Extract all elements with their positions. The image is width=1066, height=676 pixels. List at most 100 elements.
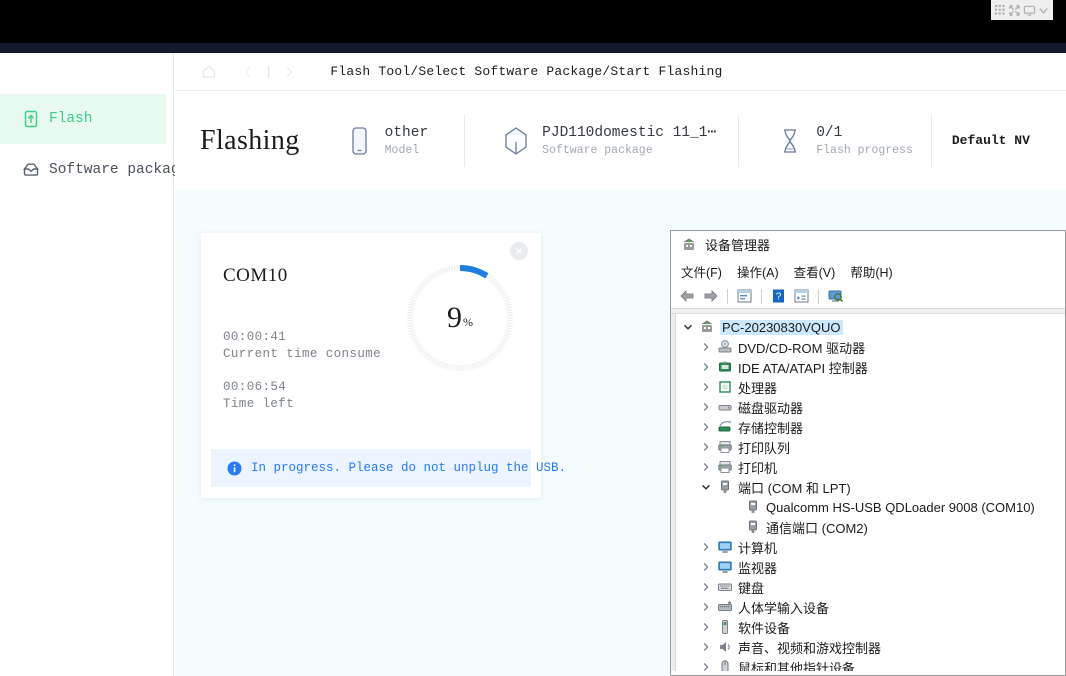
time-consumed-value: 00:00:41 — [223, 330, 287, 344]
upload-box-icon — [22, 110, 40, 128]
back-arrow-icon[interactable] — [679, 288, 696, 304]
chevron-left-icon[interactable] — [240, 64, 256, 80]
properties-icon[interactable] — [736, 288, 753, 304]
device-manager-window: 设备管理器 文件(F) 操作(A) 查看(V) 帮助(H) ? PC-20230… — [670, 230, 1066, 676]
screen-top-black-bar — [0, 0, 1066, 43]
device-tree-node[interactable]: IDE ATA/ATAPI 控制器 — [676, 357, 1065, 377]
monitor-icon[interactable] — [1023, 4, 1036, 17]
sidebar-item-flash[interactable]: Flash — [0, 94, 166, 144]
meta-progress-value: 0/1 — [816, 124, 843, 141]
help-icon[interactable]: ? — [770, 288, 787, 304]
chevron-right-icon[interactable] — [700, 422, 712, 432]
chevron-right-icon[interactable] — [700, 542, 712, 552]
device-tree-label: IDE ATA/ATAPI 控制器 — [738, 360, 868, 376]
menu-help[interactable]: 帮助(H) — [850, 262, 892, 281]
sidebar: Flash Software packag⋯ — [0, 53, 188, 676]
chevron-down-icon[interactable] — [1037, 4, 1050, 17]
device-tree-node[interactable]: 磁盘驱动器 — [676, 397, 1065, 417]
device-tree-node[interactable]: 键盘 — [676, 577, 1065, 597]
device-tree-node[interactable]: PC-20230830VQUO — [676, 317, 1065, 337]
device-manager-menubar: 文件(F) 操作(A) 查看(V) 帮助(H) — [671, 258, 1065, 284]
svg-text:?: ? — [776, 292, 782, 303]
expand-icon[interactable] — [1008, 4, 1021, 17]
device-tree-node[interactable]: 处理器 — [676, 377, 1065, 397]
default-nv-label: Default NV — [951, 133, 1030, 148]
sound-icon — [717, 639, 733, 655]
chevron-right-icon[interactable] — [700, 462, 712, 472]
device-tree-label: Qualcomm HS-USB QDLoader 9008 (COM10) — [766, 499, 1035, 515]
ide-icon — [717, 359, 733, 375]
chevron-right-icon[interactable] — [700, 562, 712, 572]
device-tree-node[interactable]: 计算机 — [676, 537, 1065, 557]
device-tree-node[interactable]: 存储控制器 — [676, 417, 1065, 437]
device-tree-node[interactable]: 鼠标和其他指针设备 — [676, 657, 1065, 671]
toolbar-separator — [818, 288, 819, 304]
time-left-value: 00:06:54 — [223, 380, 287, 394]
chevron-right-icon[interactable] — [281, 64, 297, 80]
meta-model-label: Model — [384, 143, 420, 157]
grid-icon[interactable] — [994, 4, 1007, 17]
hid-icon — [717, 599, 733, 615]
device-tree[interactable]: PC-20230830VQUO DVD/CD-ROM 驱动器 IDE ATA/ATA… — [676, 314, 1065, 671]
device-tree-node[interactable]: 打印队列 — [676, 437, 1065, 457]
forward-arrow-icon[interactable] — [702, 288, 719, 304]
device-tree-label: PC-20230830VQUO — [720, 319, 843, 335]
printer-queue-icon — [717, 439, 733, 455]
device-tree-node[interactable]: 软件设备 — [676, 617, 1065, 637]
chevron-right-icon[interactable] — [700, 622, 712, 632]
device-tree-label: 打印机 — [738, 460, 778, 476]
chevron-right-icon[interactable] — [700, 442, 712, 452]
device-tree-label: 键盘 — [738, 580, 765, 596]
breadcrumb-path: Flash Tool/Select Software Package/Start… — [330, 64, 723, 79]
device-tree-label: 计算机 — [738, 540, 778, 556]
flashing-header: Flashing other Model PJD110domestic 11_1… — [175, 91, 1066, 190]
chevron-right-icon[interactable] — [700, 362, 712, 372]
device-tree-node[interactable]: 人体学输入设备 — [676, 597, 1065, 617]
time-left: 00:06:54 Time left — [223, 380, 294, 411]
device-tree-label: 声音、视频和游戏控制器 — [738, 640, 882, 656]
chevron-down-icon[interactable] — [700, 482, 712, 492]
menu-view[interactable]: 查看(V) — [794, 262, 836, 281]
device-tree-label: DVD/CD-ROM 驱动器 — [738, 340, 866, 356]
sidebar-item-software-package[interactable]: Software packag⋯ — [0, 144, 188, 194]
menu-file[interactable]: 文件(F) — [681, 262, 722, 281]
device-tree-label: 人体学输入设备 — [738, 600, 830, 616]
meta-software-package: PJD110domestic 11_1⋯ Software package — [502, 115, 716, 167]
capture-toolbar[interactable] — [991, 0, 1053, 20]
chevron-right-icon[interactable] — [700, 402, 712, 412]
meta-package-label: Software package — [542, 144, 653, 157]
scan-hardware-icon[interactable] — [827, 288, 844, 304]
device-tree-node[interactable]: 声音、视频和游戏控制器 — [676, 637, 1065, 657]
header-divider — [464, 114, 466, 167]
printer-icon — [717, 459, 733, 475]
chevron-right-icon[interactable] — [700, 602, 712, 612]
page-title: Flashing — [200, 124, 300, 156]
device-tree-label: 鼠标和其他指针设备 — [738, 660, 856, 672]
menu-action[interactable]: 操作(A) — [737, 262, 779, 281]
chevron-right-icon[interactable] — [700, 342, 712, 352]
home-icon[interactable] — [201, 64, 217, 80]
device-tree-label: 端口 (COM 和 LPT) — [738, 480, 851, 496]
device-tree-node[interactable]: DVD/CD-ROM 驱动器 — [676, 337, 1065, 357]
breadcrumb: | Flash Tool/Select Software Package/Sta… — [175, 53, 1066, 91]
chevron-right-icon[interactable] — [700, 582, 712, 592]
meta-progress-label: Flash progress — [816, 143, 913, 157]
device-tree-node[interactable]: 通信端口 (COM2) — [676, 517, 1065, 537]
chevron-right-icon[interactable] — [700, 382, 712, 392]
device-tree-node[interactable]: 打印机 — [676, 457, 1065, 477]
chevron-down-icon[interactable] — [682, 322, 694, 332]
device-tree-node[interactable]: Qualcomm HS-USB QDLoader 9008 (COM10) — [676, 497, 1065, 517]
dvd-icon — [717, 339, 733, 355]
inbox-icon — [22, 160, 40, 178]
close-circle-icon[interactable] — [510, 242, 528, 260]
chevron-right-icon[interactable] — [700, 642, 712, 652]
device-tree-label: 通信端口 (COM2) — [766, 520, 868, 536]
show-hidden-icon[interactable] — [793, 288, 810, 304]
device-tree-node[interactable]: 端口 (COM 和 LPT) — [676, 477, 1065, 497]
device-tree-label: 监视器 — [738, 560, 778, 576]
hourglass-icon — [776, 124, 804, 158]
device-manager-title-bar: 设备管理器 — [671, 231, 1065, 258]
chevron-right-icon[interactable] — [700, 662, 712, 671]
monitor-icon — [717, 539, 733, 555]
device-tree-node[interactable]: 监视器 — [676, 557, 1065, 577]
